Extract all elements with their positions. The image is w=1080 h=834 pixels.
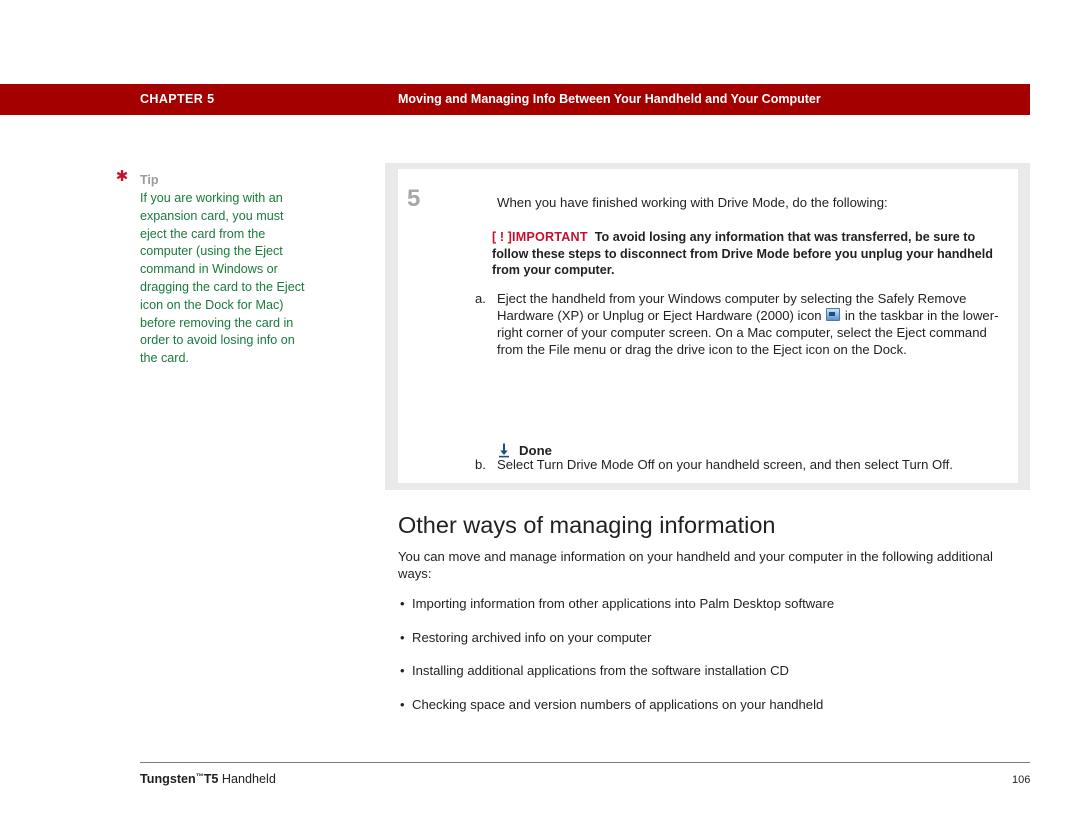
important-label: IMPORTANT xyxy=(512,230,588,244)
step-number: 5 xyxy=(407,185,421,212)
step-intro-text: When you have finished working with Driv… xyxy=(497,195,888,210)
trademark-icon: ™ xyxy=(195,772,204,781)
tip-label: Tip xyxy=(140,173,159,187)
footer-product: Tungsten™T5 Handheld xyxy=(140,772,276,786)
footer-product-word: Handheld xyxy=(218,772,276,786)
warning-icon: ! xyxy=(496,230,508,244)
safely-remove-hardware-icon xyxy=(826,308,841,321)
footer-brand: Tungsten xyxy=(140,772,196,786)
tip-body: If you are working with an expansion car… xyxy=(140,191,305,366)
done-row: Done xyxy=(497,443,552,458)
footer-model: T5 xyxy=(203,772,219,786)
chapter-title: Moving and Managing Info Between Your Ha… xyxy=(398,92,821,106)
step-item-b: b. Select Turn Drive Mode Off on your ha… xyxy=(475,456,1005,473)
list-item: Restoring archived info on your computer xyxy=(398,629,1018,646)
list-item: Installing additional applications from … xyxy=(398,662,1018,679)
step-item-b-letter: b. xyxy=(475,457,486,472)
section-heading: Other ways of managing information xyxy=(398,512,776,538)
step-item-a: a. Eject the handheld from your Windows … xyxy=(475,290,1005,358)
list-item: Checking space and version numbers of ap… xyxy=(398,696,1018,713)
done-label: Done xyxy=(519,443,552,458)
page-number: 106 xyxy=(1012,774,1031,786)
step-item-b-text: Select Turn Drive Mode Off on your handh… xyxy=(497,457,953,472)
list-item: Importing information from other applica… xyxy=(398,595,1018,612)
down-arrow-icon xyxy=(497,443,511,458)
chapter-label: CHAPTER 5 xyxy=(140,92,215,106)
footer-divider xyxy=(140,762,1030,763)
step-item-a-letter: a. xyxy=(475,291,486,306)
asterisk-icon: ✱ xyxy=(115,168,129,185)
section-intro: You can move and manage information on y… xyxy=(398,549,993,581)
section-bullet-list: Importing information from other applica… xyxy=(398,595,1018,729)
important-note: [ ! ]IMPORTANT To avoid losing any infor… xyxy=(492,229,1004,279)
